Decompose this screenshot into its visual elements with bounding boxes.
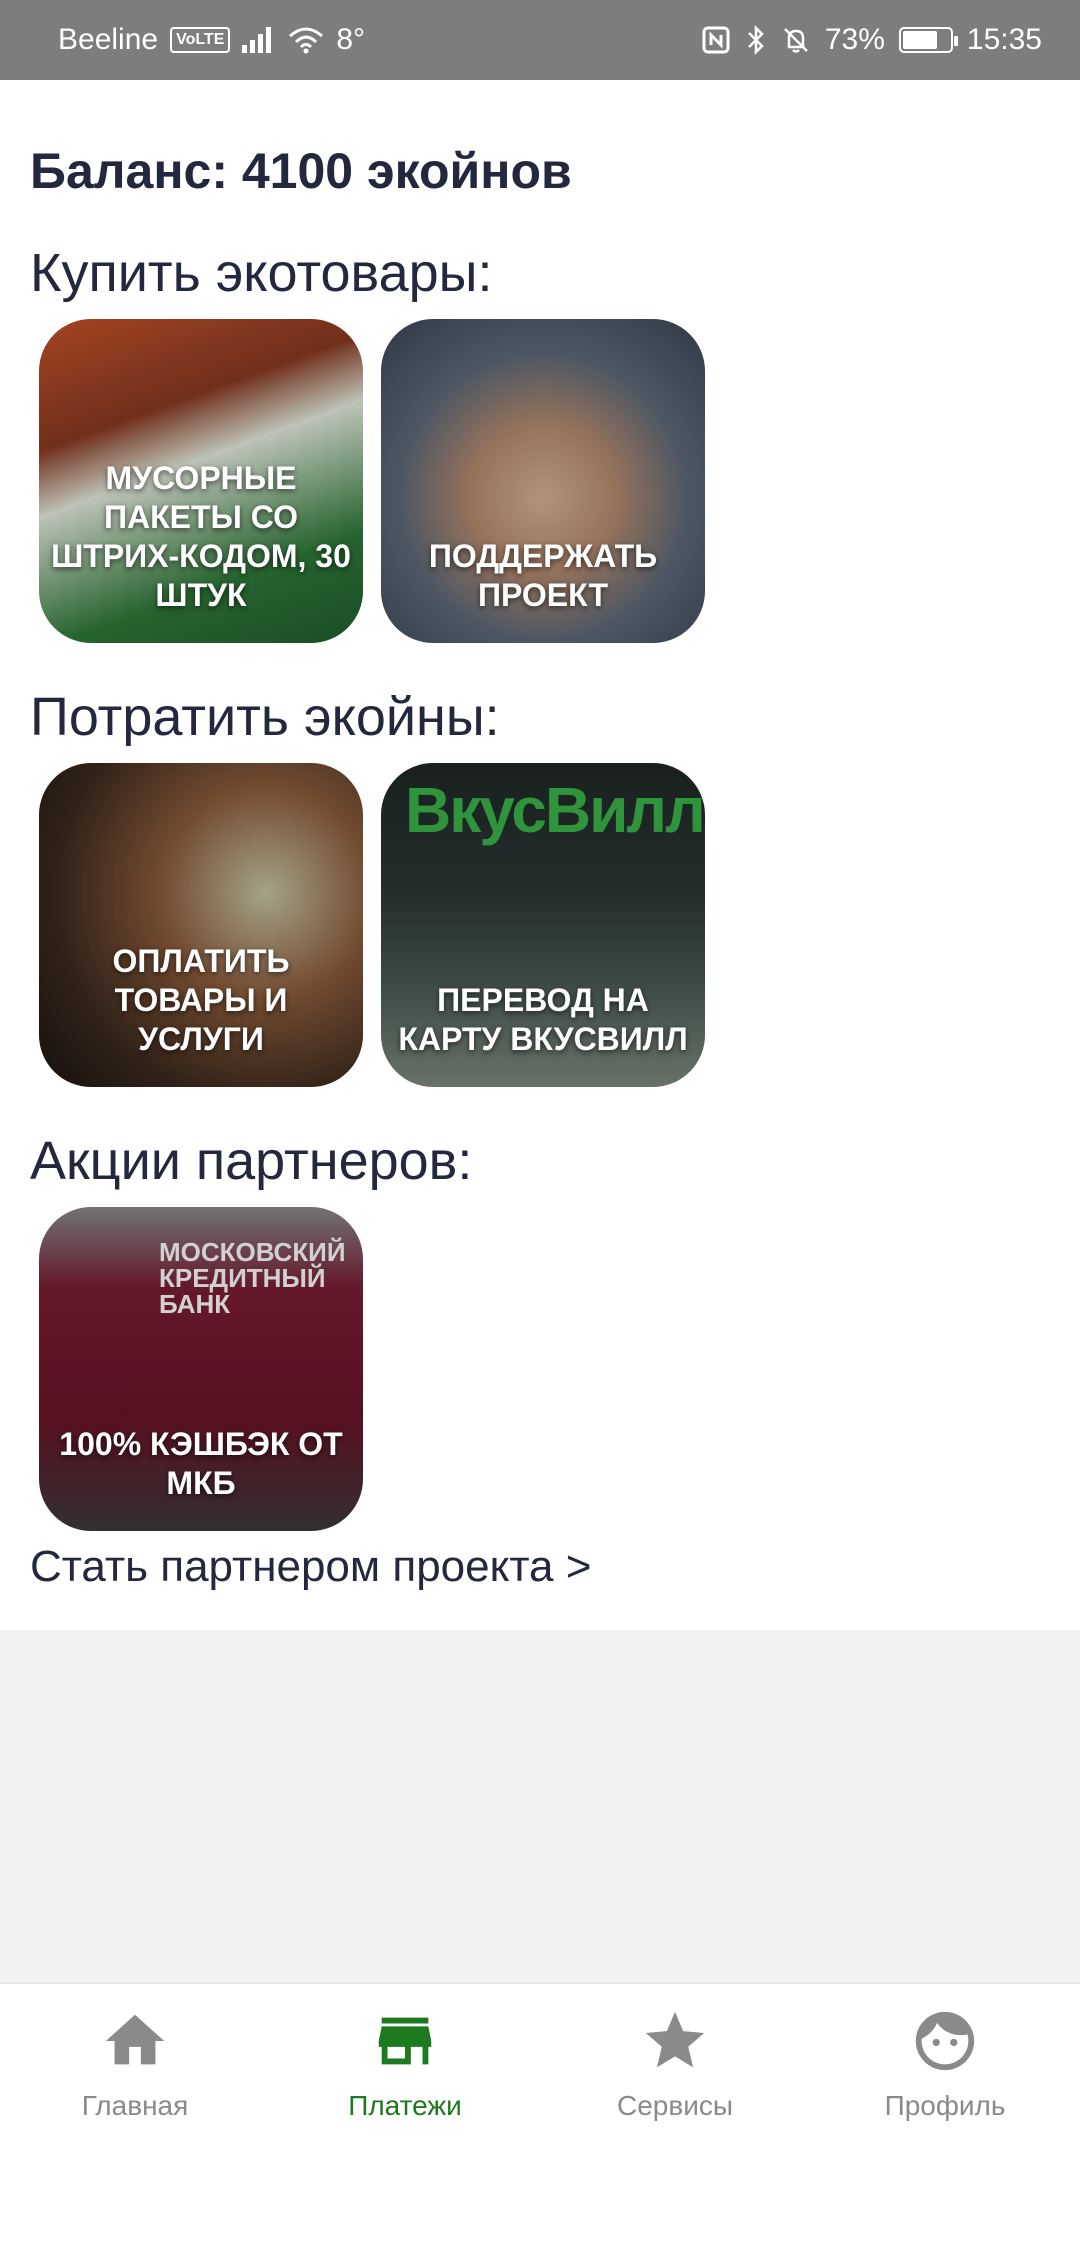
status-bar: Beeline VoLTE 8° 73% 15:35	[0, 0, 1080, 80]
main-content: Баланс: 4100 экойнов Купить экотовары: М…	[0, 80, 1080, 1630]
tile-vkusvill-transfer[interactable]: ВкусВилл Перевод на карту ВкусВилл	[381, 763, 705, 1087]
star-icon	[645, 2011, 705, 2068]
battery-percent: 73%	[824, 23, 885, 56]
empty-area	[0, 1630, 1080, 1982]
carrier-name: Beeline	[58, 23, 159, 56]
battery-icon	[898, 27, 958, 53]
clock: 15:35	[966, 23, 1042, 56]
nav-home[interactable]: Главная	[0, 1984, 270, 2244]
section-title-buy: Купить экотовары:	[30, 243, 493, 303]
tile-label: Поддержать проект	[428, 538, 658, 613]
section-title-partners: Акции партнеров:	[30, 1131, 473, 1191]
tile-label: 100% кэшбэк от МКБ	[59, 1426, 343, 1501]
tile-support-project[interactable]: Поддержать проект	[381, 319, 705, 643]
section-title-spend: Потратить экойны:	[30, 687, 500, 747]
face-icon	[915, 2011, 975, 2071]
store-icon	[378, 2017, 432, 2065]
tile-trash-bags[interactable]: Мусорные пакеты со штрих-кодом, 30 штук	[39, 319, 363, 643]
bluetooth-icon	[747, 25, 764, 55]
bottom-nav: Главная Платежи Сервисы Профиль	[0, 1982, 1080, 2244]
volte-badge: VoLTE	[170, 27, 231, 53]
nav-label: Профиль	[884, 2090, 1006, 2121]
home-icon	[105, 2014, 165, 2065]
nav-profile[interactable]: Профиль	[810, 1984, 1080, 2244]
nav-payments[interactable]: Платежи	[270, 1984, 540, 2244]
nav-label: Сервисы	[616, 2090, 733, 2121]
signal-icon	[242, 27, 276, 53]
temperature: 8°	[336, 23, 366, 56]
mute-bell-icon	[783, 28, 808, 53]
nfc-icon	[702, 26, 730, 54]
tile-label: Мусорные пакеты со штрих-кодом, 30 штук	[51, 460, 351, 613]
wifi-icon	[289, 27, 324, 54]
tile-label: Перевод на карту ВкусВилл	[398, 982, 688, 1057]
become-partner-link[interactable]: Стать партнером проекта >	[30, 1542, 591, 1592]
balance-label: Баланс: 4100 экойнов	[30, 143, 572, 199]
tile-label: Оплатить товары и услуги	[112, 943, 290, 1057]
nav-label: Главная	[81, 2090, 189, 2121]
tile-pay-goods[interactable]: Оплатить товары и услуги	[39, 763, 363, 1087]
tile-mkb-cashback[interactable]: МОСКОВСКИЙ КРЕДИТНЫЙ БАНК 100% кэшбэк от…	[39, 1207, 363, 1531]
nav-services[interactable]: Сервисы	[540, 1984, 810, 2244]
nav-label: Платежи	[348, 2090, 462, 2121]
